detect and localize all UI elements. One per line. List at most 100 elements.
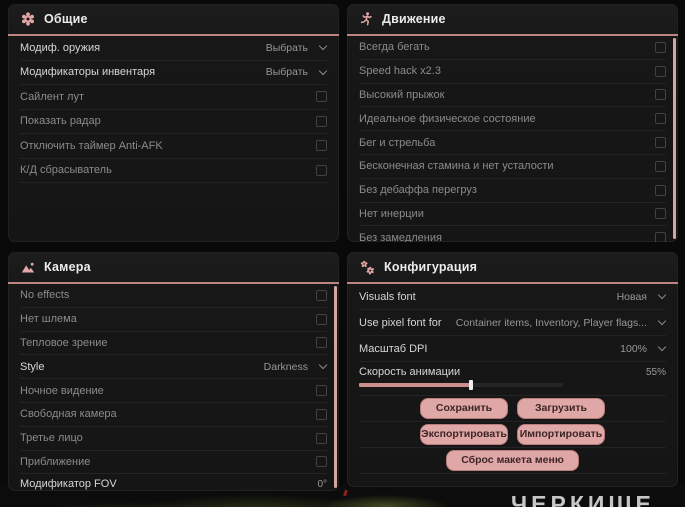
checkbox[interactable] bbox=[655, 137, 666, 149]
gear-flower-icon bbox=[21, 12, 35, 26]
panel-title: Камера bbox=[44, 260, 91, 274]
slider-track[interactable] bbox=[359, 380, 563, 390]
checkbox[interactable] bbox=[316, 289, 327, 301]
slider-handle[interactable] bbox=[469, 380, 474, 390]
checkbox[interactable] bbox=[316, 408, 327, 420]
setting-label: Идеальное физическое состояние bbox=[359, 112, 536, 125]
dropdown[interactable]: Container items, Inventory, Player flags… bbox=[455, 316, 667, 329]
checkbox[interactable] bbox=[316, 385, 327, 397]
chevron-down-icon bbox=[318, 42, 328, 51]
dropdown-value: Выбрать bbox=[265, 41, 308, 54]
dropdown[interactable]: Выбрать bbox=[265, 41, 328, 54]
checkbox[interactable] bbox=[655, 89, 666, 101]
checkbox[interactable] bbox=[316, 164, 327, 176]
panel-general: Общие Модиф. оружия Выбрать Модификаторы и… bbox=[8, 4, 339, 242]
setting-row: Use pixel font for Container items, Inven… bbox=[359, 310, 667, 336]
checkbox[interactable] bbox=[316, 91, 327, 103]
setting-label: Всегда бегать bbox=[359, 41, 430, 54]
setting-label: Бесконечная стамина и нет усталости bbox=[359, 160, 554, 173]
setting-row: Показать радар bbox=[20, 110, 327, 134]
export-button[interactable]: Экспортировать bbox=[420, 424, 508, 445]
checkbox[interactable] bbox=[655, 232, 666, 242]
checkbox[interactable] bbox=[655, 160, 666, 172]
setting-row: Приближение bbox=[20, 451, 327, 475]
dropdown-value: Container items, Inventory, Player flags… bbox=[455, 316, 647, 329]
setting-label: Модификаторы инвентаря bbox=[20, 66, 156, 79]
setting-row: Visuals font Новая bbox=[359, 284, 667, 310]
slider-value: 55% bbox=[645, 366, 666, 378]
setting-row: Бег и стрельба bbox=[359, 131, 666, 155]
panel-movement-header[interactable]: Движение bbox=[347, 4, 678, 36]
checkbox[interactable] bbox=[655, 184, 666, 196]
setting-row: Style Darkness bbox=[20, 355, 328, 380]
setting-row: Третье лицо bbox=[20, 427, 327, 451]
photo-icon bbox=[21, 261, 35, 274]
setting-row: Тепловое зрение bbox=[20, 332, 327, 356]
setting-label: Скорость анимации bbox=[359, 366, 461, 378]
dropdown[interactable]: 100% bbox=[620, 342, 667, 355]
setting-label: Третье лицо bbox=[20, 432, 83, 445]
load-button[interactable]: Загрузить bbox=[517, 398, 605, 419]
checkbox[interactable] bbox=[316, 456, 327, 468]
scrollbar[interactable] bbox=[673, 38, 676, 239]
chevron-down-icon bbox=[657, 342, 667, 352]
setting-label: К/Д сбрасыватель bbox=[20, 164, 112, 177]
setting-label: Бег и стрельба bbox=[359, 136, 436, 149]
setting-row: Ночное видение bbox=[20, 379, 327, 403]
dropdown[interactable]: Darkness bbox=[263, 360, 328, 373]
panel-title: Конфигурация bbox=[384, 260, 478, 274]
setting-row: Масштаб DPI 100% bbox=[359, 336, 667, 362]
dropdown-value: 100% bbox=[620, 342, 647, 355]
save-button[interactable]: Сохранить bbox=[420, 398, 508, 419]
settings-list: Visuals font Новая Use pixel font for Conta… bbox=[347, 284, 678, 396]
import-button[interactable]: Импортировать bbox=[517, 424, 605, 445]
dropdown-value: Выбрать bbox=[265, 66, 308, 79]
dropdown-value: Darkness bbox=[263, 360, 308, 373]
setting-label: Отключить таймер Anti-AFK bbox=[20, 139, 163, 152]
watermark-text: ЧЕРКИШЕ bbox=[511, 491, 655, 507]
settings-list: Всегда бегать Speed hack x2.3 Высокий прыж… bbox=[347, 36, 678, 242]
settings-list: No effects Нет шлема Тепловое зрение Style D… bbox=[8, 284, 339, 491]
setting-row: Высокий прыжок bbox=[359, 84, 666, 108]
setting-row: Нет шлема bbox=[20, 308, 327, 332]
checkbox[interactable] bbox=[316, 115, 327, 127]
settings-list: Модиф. оружия Выбрать Модификаторы инвента… bbox=[8, 36, 339, 183]
setting-label: Нет инерции bbox=[359, 207, 424, 220]
checkbox[interactable] bbox=[655, 65, 666, 77]
dropdown[interactable]: Новая bbox=[616, 290, 667, 303]
checkbox[interactable] bbox=[655, 113, 666, 125]
button-row: Сохранить Загрузить bbox=[359, 396, 666, 422]
panel-general-header[interactable]: Общие bbox=[8, 4, 339, 36]
slider-row: Скорость анимации 55% bbox=[359, 362, 666, 396]
setting-label: Без замедления bbox=[359, 231, 442, 242]
panel-camera-header[interactable]: Камера bbox=[8, 252, 339, 284]
setting-label: Ночное видение bbox=[20, 384, 104, 397]
setting-label: Модиф. оружия bbox=[20, 41, 101, 54]
checkbox[interactable] bbox=[316, 337, 327, 349]
checkbox[interactable] bbox=[655, 208, 666, 220]
button-row: Сброс макета меню bbox=[359, 448, 666, 474]
panel-config-header[interactable]: Конфигурация bbox=[347, 252, 678, 284]
setting-label: Свободная камера bbox=[20, 408, 117, 421]
checkbox[interactable] bbox=[316, 432, 327, 444]
dropdown[interactable]: Выбрать bbox=[265, 66, 328, 79]
setting-row: Модификаторы инвентаря Выбрать bbox=[20, 61, 328, 85]
setting-row: Отключить таймер Anti-AFK bbox=[20, 134, 327, 159]
setting-label: No effects bbox=[20, 289, 70, 302]
panel-movement: Движение Всегда бегать Speed hack x2.3 Выс… bbox=[347, 4, 678, 242]
setting-row: Без замедления bbox=[359, 226, 666, 242]
setting-row: Без дебаффа перегруз bbox=[359, 179, 666, 203]
scrollbar[interactable] bbox=[334, 286, 337, 488]
checkbox[interactable] bbox=[316, 140, 327, 152]
chevron-down-icon bbox=[318, 66, 328, 75]
reset-menu-layout-button[interactable]: Сброс макета меню bbox=[446, 450, 579, 471]
setting-label: Высокий прыжок bbox=[359, 88, 445, 101]
setting-label: Use pixel font for bbox=[359, 316, 442, 329]
setting-label: Visuals font bbox=[359, 290, 416, 303]
dropdown-value: Новая bbox=[616, 290, 647, 303]
setting-row: Свободная камера bbox=[20, 403, 327, 427]
setting-row: К/Д сбрасыватель bbox=[20, 159, 327, 183]
checkbox[interactable] bbox=[316, 313, 327, 325]
runner-icon bbox=[360, 12, 373, 26]
checkbox[interactable] bbox=[655, 41, 666, 53]
